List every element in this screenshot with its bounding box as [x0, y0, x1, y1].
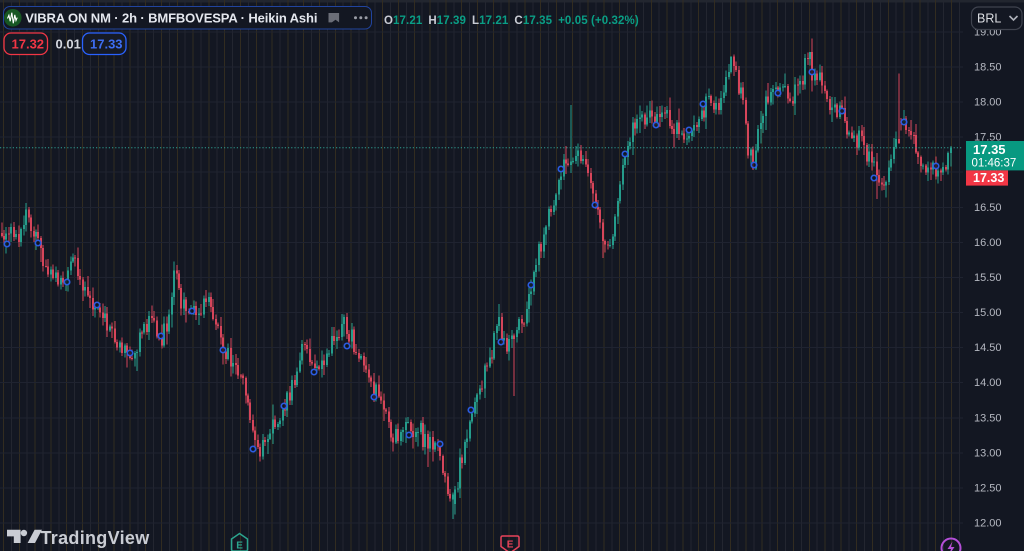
svg-text:13.50: 13.50	[974, 412, 1002, 424]
svg-text:14.00: 14.00	[974, 377, 1002, 389]
svg-text:14.50: 14.50	[974, 342, 1002, 354]
svg-text:18.00: 18.00	[974, 97, 1002, 109]
svg-text:13.00: 13.00	[974, 447, 1002, 459]
svg-text:BRL: BRL	[977, 12, 1001, 26]
svg-text:E: E	[507, 540, 514, 551]
svg-text:17.35: 17.35	[973, 142, 1006, 157]
svg-text:17.33: 17.33	[973, 171, 1004, 185]
svg-text:12.00: 12.00	[974, 518, 1002, 530]
svg-text:01:46:37: 01:46:37	[972, 158, 1017, 170]
svg-text:0.01: 0.01	[56, 37, 81, 52]
svg-text:16.50: 16.50	[974, 202, 1002, 214]
svg-text:17.33: 17.33	[90, 37, 123, 52]
svg-text:E: E	[236, 541, 243, 551]
svg-text:18.50: 18.50	[974, 62, 1002, 74]
svg-text:VIBRA ON NM · 2h · BMFBOVESPA: VIBRA ON NM · 2h · BMFBOVESPA · Heikin A…	[25, 10, 317, 25]
svg-text:16.00: 16.00	[974, 237, 1002, 249]
svg-text:17.32: 17.32	[12, 37, 45, 52]
svg-text:TradingView: TradingView	[41, 528, 151, 548]
svg-text:15.50: 15.50	[974, 272, 1002, 284]
svg-text:12.50: 12.50	[974, 482, 1002, 494]
svg-text:15.00: 15.00	[974, 307, 1002, 319]
